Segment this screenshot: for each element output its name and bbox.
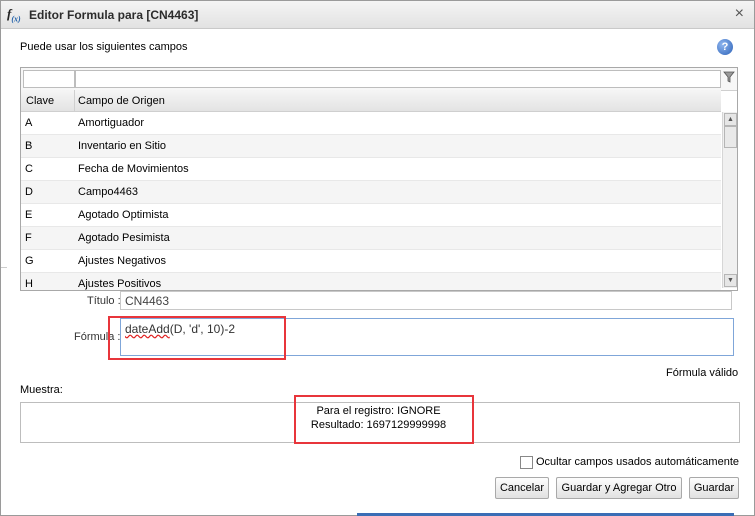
filter-campo-input[interactable]: [75, 70, 721, 88]
row-key: A: [25, 117, 33, 129]
scroll-down-icon[interactable]: ▼: [724, 274, 737, 287]
filter-clave-input[interactable]: [23, 70, 75, 88]
row-field: Ajustes Negativos: [78, 255, 167, 267]
header-clave[interactable]: Clave: [26, 95, 54, 107]
formula-editor-dialog: f(x) Editor Formula para [CN4463] × Pued…: [0, 0, 755, 516]
intro-text: Puede usar los siguientes campos: [20, 41, 188, 53]
help-icon[interactable]: ?: [717, 39, 733, 55]
row-field: Inventario en Sitio: [78, 140, 167, 152]
filter-row: [21, 68, 737, 91]
filter-icon[interactable]: [723, 71, 735, 86]
close-icon[interactable]: ×: [735, 5, 744, 23]
formula-arguments: (D, 'd', 10)-2: [169, 322, 235, 336]
sample-label: Muestra:: [20, 384, 63, 396]
column-separator: [74, 90, 75, 111]
table-row[interactable]: A Amortiguador: [21, 112, 721, 135]
dialog-title: Editor Formula para [CN4463]: [29, 8, 199, 22]
table-row[interactable]: B Inventario en Sitio: [21, 135, 721, 158]
hide-used-fields-label[interactable]: Ocultar campos usados automáticamente: [536, 456, 739, 468]
row-key: H: [25, 278, 33, 290]
table-row[interactable]: H Ajustes Positivos: [21, 273, 721, 290]
formula-valid-status: Fórmula válido: [666, 367, 739, 379]
row-key: G: [25, 255, 34, 267]
formula-function-name: dateAdd: [125, 322, 170, 336]
formula-label: Fórmula :: [74, 331, 121, 343]
formula-icon: f(x): [7, 6, 21, 24]
table-row[interactable]: E Agotado Optimista: [21, 204, 721, 227]
table-row[interactable]: G Ajustes Negativos: [21, 250, 721, 273]
row-field: Agotado Optimista: [78, 209, 169, 221]
table-row[interactable]: C Fecha de Movimientos: [21, 158, 721, 181]
row-key: C: [25, 163, 33, 175]
save-and-add-button[interactable]: Guardar y Agregar Otro: [556, 477, 682, 499]
row-key: E: [25, 209, 33, 221]
row-field: Ajustes Positivos: [78, 278, 162, 290]
row-field: Amortiguador: [78, 117, 145, 129]
save-button[interactable]: Guardar: [689, 477, 739, 499]
table-row[interactable]: D Campo4463: [21, 181, 721, 204]
scroll-up-icon[interactable]: ▲: [724, 113, 737, 126]
sample-result: Resultado: 1697129999998: [310, 419, 447, 431]
dialog-titlebar[interactable]: f(x) Editor Formula para [CN4463] ×: [1, 1, 754, 29]
row-key: B: [25, 140, 33, 152]
header-campo-origen[interactable]: Campo de Origen: [78, 95, 165, 107]
row-field: Fecha de Movimientos: [78, 163, 189, 175]
cancel-button[interactable]: Cancelar: [495, 477, 549, 499]
grid-header: Clave Campo de Origen: [21, 90, 721, 112]
titulo-input[interactable]: CN4463: [120, 291, 732, 310]
fields-grid: Clave Campo de Origen A Amortiguador B Inv…: [20, 67, 738, 291]
row-field: Campo4463: [78, 186, 138, 198]
divider: [1, 267, 7, 268]
hide-used-fields-checkbox[interactable]: [520, 456, 533, 469]
formula-input[interactable]: dateAdd(D, 'd', 10)-2: [120, 318, 734, 356]
sample-record: Para el registro: IGNORE: [316, 405, 441, 417]
row-key: F: [25, 232, 32, 244]
row-key: D: [25, 186, 33, 198]
titulo-label: Título :: [87, 295, 121, 307]
table-row[interactable]: F Agotado Pesimista: [21, 227, 721, 250]
grid-rows: A Amortiguador B Inventario en Sitio C Fech…: [21, 112, 721, 290]
grid-scrollbar[interactable]: ▲ ▼: [722, 112, 737, 288]
scroll-thumb[interactable]: [724, 126, 737, 148]
row-field: Agotado Pesimista: [78, 232, 170, 244]
